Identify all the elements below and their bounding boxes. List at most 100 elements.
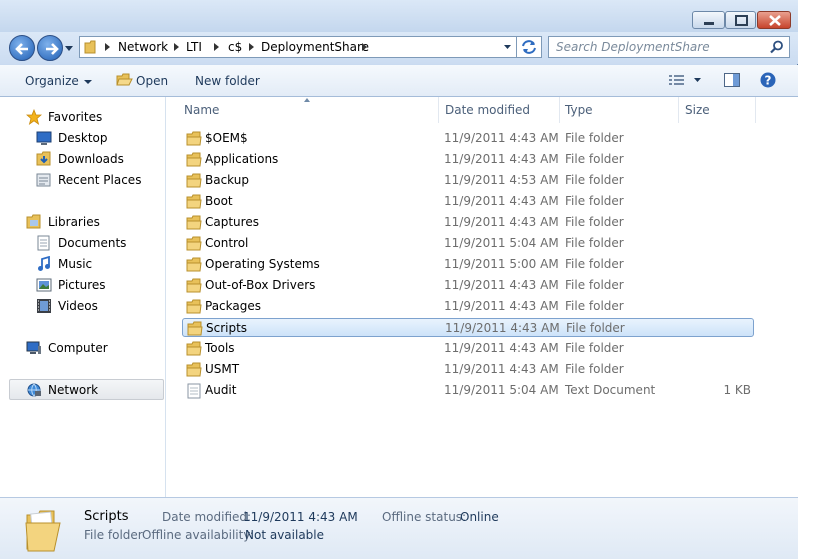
file-type: File folder [565, 299, 624, 313]
folder-icon [25, 510, 61, 552]
search-input[interactable]: Search DeploymentShare [548, 36, 790, 58]
file-name: Tools [205, 341, 235, 355]
computer-icon [26, 341, 41, 354]
refresh-button[interactable] [517, 36, 542, 58]
nav-libraries-label: Libraries [48, 215, 100, 229]
file-type: Text Document [565, 383, 656, 397]
file-row[interactable]: Scripts 11/9/2011 4:43 AM File folder [182, 318, 754, 337]
file-type: File folder [566, 321, 625, 335]
file-row[interactable]: Applications 11/9/2011 4:43 AM File folder [182, 150, 754, 169]
views-dropdown-icon[interactable] [694, 78, 702, 83]
file-list-pane: Name Date modified Type Size $OEM$ 11/9/2… [166, 97, 798, 497]
file-row[interactable]: Backup 11/9/2011 4:53 AM File folder [182, 171, 754, 190]
back-button[interactable] [9, 35, 35, 61]
minimize-button[interactable] [692, 11, 725, 29]
file-row[interactable]: Audit 11/9/2011 5:04 AM Text Document 1 KB [182, 381, 754, 400]
breadcrumb-separator[interactable] [174, 43, 179, 51]
folder-icon [186, 194, 202, 209]
details-kind: File folder [84, 528, 143, 542]
sort-ascending-icon [304, 98, 310, 102]
nav-computer-label: Computer [48, 341, 108, 355]
close-button[interactable] [757, 11, 791, 29]
explorer-window: Network LTI c$ DeploymentShare Search De… [0, 0, 798, 559]
forward-button[interactable] [37, 35, 63, 61]
file-row[interactable]: Tools 11/9/2011 4:43 AM File folder [182, 339, 754, 358]
breadcrumb-separator[interactable] [214, 43, 219, 51]
file-name: Audit [205, 383, 237, 397]
file-date-modified: 11/9/2011 4:43 AM [444, 152, 559, 166]
column-header-date[interactable]: Date modified [439, 97, 559, 123]
file-type: File folder [565, 173, 624, 187]
folder-icon [186, 257, 202, 272]
file-row[interactable]: Boot 11/9/2011 4:43 AM File folder [182, 192, 754, 211]
file-size: 1 KB [723, 383, 751, 397]
file-date-modified: 11/9/2011 5:04 AM [444, 236, 559, 250]
preview-pane-icon[interactable] [724, 73, 740, 87]
nav-music-label: Music [58, 257, 93, 271]
recent-pages-dropdown-icon[interactable] [65, 46, 74, 52]
column-header-size[interactable]: Size [679, 97, 755, 123]
column-date-label: Date modified [445, 103, 531, 117]
file-date-modified: 11/9/2011 5:04 AM [444, 383, 559, 397]
folder-icon [186, 152, 202, 167]
file-name: Packages [205, 299, 261, 313]
file-type: File folder [565, 194, 624, 208]
column-type-label: Type [565, 103, 593, 117]
breadcrumb-network[interactable]: Network [118, 40, 168, 54]
open-folder-icon [116, 73, 133, 86]
nav-videos-label: Videos [58, 299, 98, 313]
maximize-button[interactable] [725, 11, 756, 29]
details-offline-availability-value: Not available [245, 528, 325, 542]
back-arrow-icon [15, 43, 28, 55]
breadcrumb-separator[interactable] [362, 43, 367, 51]
file-date-modified: 11/9/2011 4:43 AM [444, 194, 559, 208]
title-bar [0, 0, 798, 32]
desktop-icon [36, 131, 52, 145]
file-name: USMT [205, 362, 240, 376]
folder-icon [187, 321, 203, 336]
address-history-dropdown-icon[interactable] [504, 45, 512, 50]
new-folder-button[interactable]: New folder [195, 74, 260, 88]
breadcrumb-c-share[interactable]: c$ [228, 40, 242, 54]
nav-pictures-label: Pictures [58, 278, 106, 292]
file-date-modified: 11/9/2011 4:43 AM [444, 362, 559, 376]
file-row[interactable]: Captures 11/9/2011 4:43 AM File folder [182, 213, 754, 232]
nav-favorites-label: Favorites [48, 110, 103, 124]
file-row[interactable]: $OEM$ 11/9/2011 4:43 AM File folder [182, 129, 754, 148]
file-name: Backup [205, 173, 249, 187]
breadcrumb-separator[interactable] [249, 43, 254, 51]
help-icon[interactable]: ? [760, 72, 776, 88]
column-resize-handle[interactable] [755, 97, 756, 123]
nav-recent-places-label: Recent Places [58, 173, 142, 187]
column-header-name[interactable]: Name [166, 97, 438, 123]
file-row[interactable]: Out-of-Box Drivers 11/9/2011 4:43 AM File … [182, 276, 754, 295]
forward-arrow-icon [46, 43, 59, 55]
file-row[interactable]: Operating Systems 11/9/2011 5:00 AM File f… [182, 255, 754, 274]
file-name: $OEM$ [205, 131, 248, 145]
organize-label: Organize [25, 74, 79, 88]
details-offline-availability-label: Offline availability: [142, 528, 254, 542]
file-type: File folder [565, 362, 624, 376]
address-input[interactable]: Network LTI c$ DeploymentShare [79, 36, 517, 58]
libraries-icon [26, 214, 41, 229]
file-date-modified: 11/9/2011 5:00 AM [444, 257, 559, 271]
breadcrumb-separator[interactable] [105, 43, 110, 51]
column-header-type[interactable]: Type [560, 97, 678, 123]
search-icon[interactable] [770, 40, 784, 54]
file-row[interactable]: USMT 11/9/2011 4:43 AM File folder [182, 360, 754, 379]
file-name: Control [205, 236, 249, 250]
details-pane: Scripts File folder Date modified: 11/9/… [0, 497, 798, 559]
nav-network-label: Network [48, 383, 99, 397]
organize-menu[interactable]: Organize [25, 74, 92, 88]
downloads-icon [36, 151, 51, 166]
view-options-icon[interactable] [669, 75, 685, 87]
file-type: File folder [565, 257, 624, 271]
file-name: Out-of-Box Drivers [205, 278, 316, 292]
details-offline-status-value: Online [460, 510, 499, 524]
file-row[interactable]: Control 11/9/2011 5:04 AM File folder [182, 234, 754, 253]
breadcrumb-lti[interactable]: LTI [186, 40, 202, 54]
file-date-modified: 11/9/2011 4:43 AM [444, 278, 559, 292]
file-row[interactable]: Packages 11/9/2011 4:43 AM File folder [182, 297, 754, 316]
breadcrumb-deploymentshare[interactable]: DeploymentShare [261, 40, 369, 54]
details-date-value: 11/9/2011 4:43 AM [243, 510, 358, 524]
